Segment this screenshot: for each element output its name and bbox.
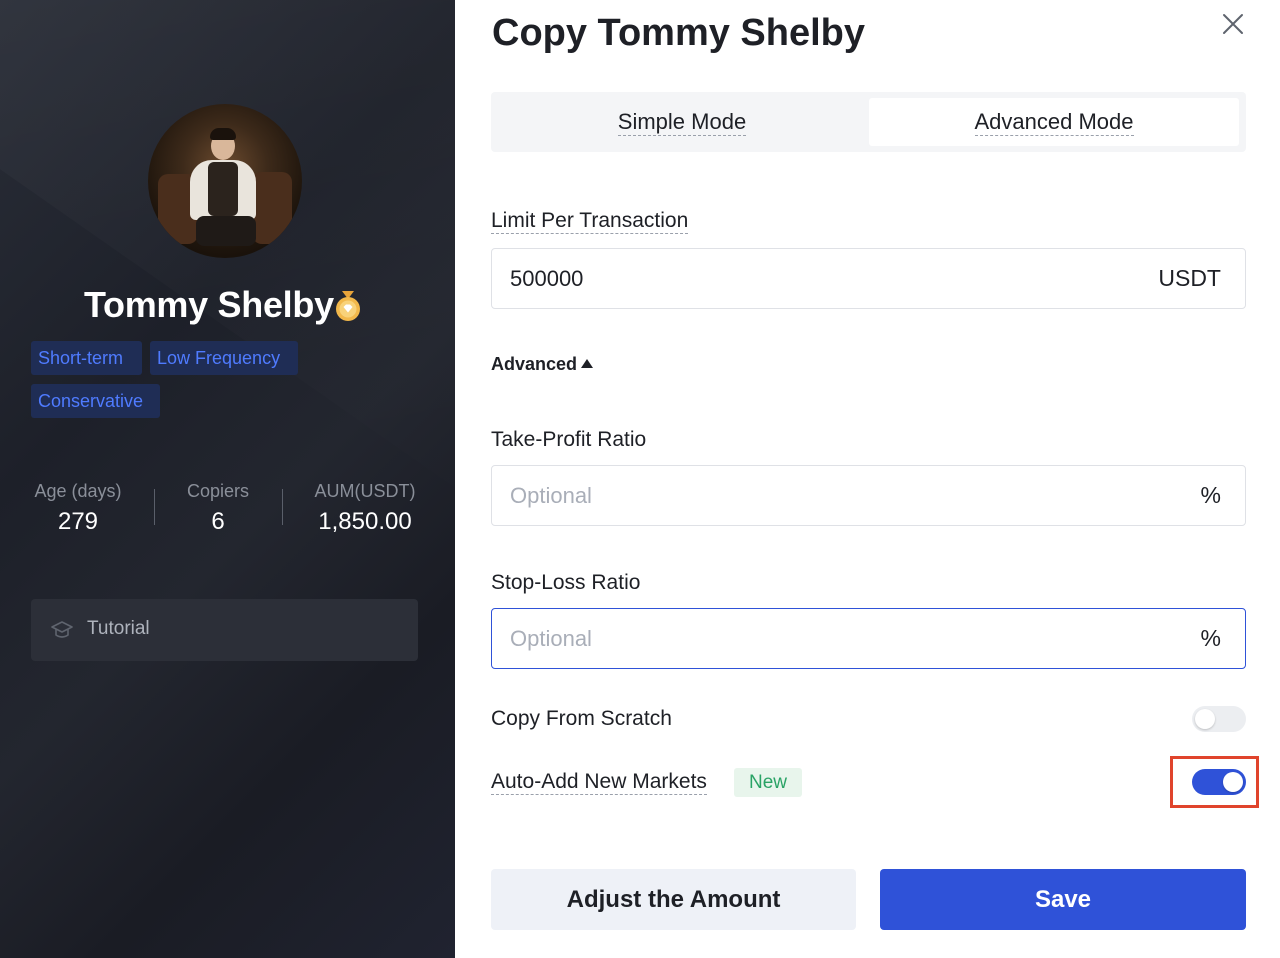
limit-input[interactable] [510, 249, 1110, 308]
adjust-amount-button[interactable]: Adjust the Amount [491, 869, 856, 930]
stat-aum-label: AUM(USDT) [314, 481, 416, 501]
tab-simple-mode-label: Simple Mode [617, 109, 747, 136]
stat-age-label: Age (days) [34, 481, 122, 501]
tag-low-frequency: Low Frequency [150, 341, 298, 375]
copy-from-scratch-label: Copy From Scratch [491, 707, 672, 730]
close-icon[interactable] [1219, 10, 1247, 38]
take-profit-input-box: % [491, 465, 1246, 526]
tag-conservative: Conservative [31, 384, 160, 418]
tutorial-label: Tutorial [87, 618, 150, 639]
trader-avatar [148, 104, 302, 258]
take-profit-unit: % [1200, 482, 1221, 508]
tab-simple-mode[interactable]: Simple Mode [497, 98, 867, 146]
copy-from-scratch-toggle[interactable] [1192, 706, 1246, 732]
take-profit-input[interactable] [510, 466, 1110, 525]
new-badge: New [734, 768, 802, 797]
trader-name: Tommy Shelby [84, 284, 334, 325]
tag-short-term: Short-term [31, 341, 142, 375]
limit-unit: USDT [1158, 265, 1221, 291]
stop-loss-input[interactable] [510, 609, 1110, 668]
trader-profile-panel: Tommy Shelby Short-term Low Frequency Co… [0, 0, 455, 958]
stat-copiers-label: Copiers [186, 481, 250, 501]
stop-loss-unit: % [1200, 625, 1221, 651]
limit-label: Limit Per Transaction [491, 209, 689, 234]
tutorial-button[interactable]: Tutorial [31, 599, 418, 661]
toggle-knob [1195, 709, 1215, 729]
advanced-toggle[interactable]: Advanced [491, 354, 594, 375]
mode-tabs: Simple Mode Advanced Mode [491, 92, 1246, 152]
modal-title: Copy Tommy Shelby [492, 12, 866, 54]
limit-input-box: USDT [491, 248, 1246, 309]
stat-divider [154, 489, 155, 525]
auto-add-toggle[interactable] [1192, 769, 1246, 795]
advanced-label: Advanced [491, 354, 578, 374]
stat-divider [282, 489, 283, 525]
stop-loss-input-box: % [491, 608, 1246, 669]
medal-icon [336, 291, 360, 321]
graduation-cap-icon [51, 621, 73, 638]
stat-aum-value: 1,850.00 [318, 508, 412, 535]
tab-advanced-mode[interactable]: Advanced Mode [869, 98, 1239, 146]
toggle-knob [1223, 772, 1243, 792]
auto-add-label: Auto-Add New Markets [491, 770, 707, 795]
take-profit-label: Take-Profit Ratio [491, 428, 647, 451]
tab-advanced-mode-label: Advanced Mode [974, 109, 1134, 136]
stop-loss-label: Stop-Loss Ratio [491, 571, 641, 594]
save-button[interactable]: Save [880, 869, 1246, 930]
stat-copiers-value: 6 [211, 508, 225, 535]
copy-settings-modal: Copy Tommy Shelby Simple Mode Advanced M… [455, 0, 1280, 958]
stat-age-value: 279 [57, 508, 99, 535]
caret-up-icon [581, 359, 594, 368]
